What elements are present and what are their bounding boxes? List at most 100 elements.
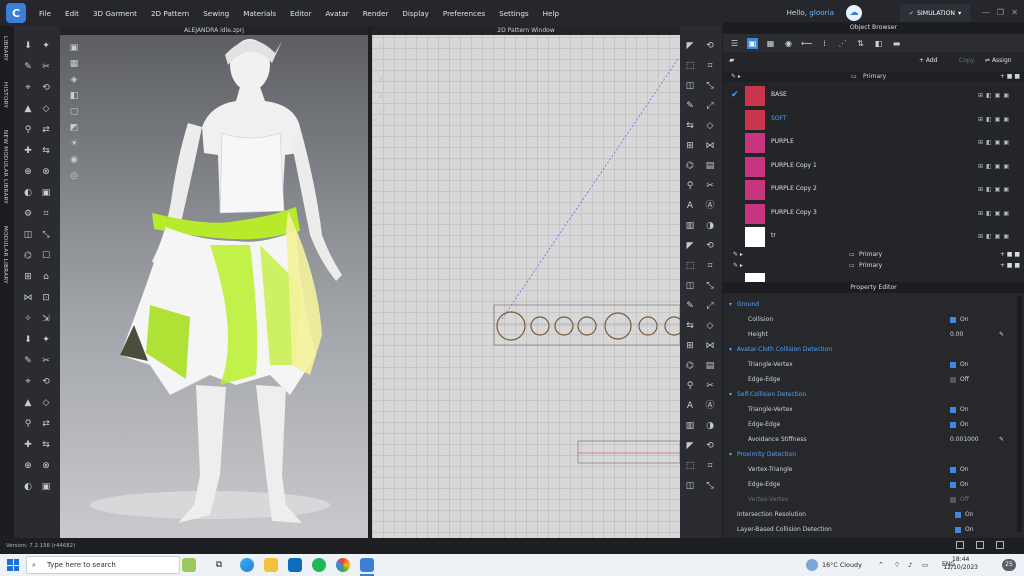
tool-icon[interactable]: A [684,200,696,212]
property-value[interactable]: On [955,522,974,537]
menu-3d-garment[interactable]: 3D Garment [86,9,144,18]
checkbox[interactable] [950,496,956,503]
property-section[interactable]: ▾ Self-Collision Detection [723,387,1013,402]
clo3d-app-icon[interactable] [360,558,374,572]
property-row[interactable]: Triangle-Vertex On [723,357,1013,372]
pattern-ring[interactable] [530,316,550,336]
fabric-row[interactable]: SOFT ⊞◧▣▣ [723,109,1024,132]
app-logo[interactable]: C [6,3,26,23]
tool-icon[interactable]: Ⓐ [704,400,716,412]
2d-pattern-window[interactable]: 2D Pattern Window ✎ ⌖ ◉ ▣ ⊡ [372,26,680,538]
tool-icon[interactable]: ⇆ [40,145,52,157]
primary-actions[interactable]: + ■ ■ [1000,250,1020,260]
tool-icon[interactable]: ⌖ [22,376,34,388]
property-section[interactable]: ▾ Avatar-Cloth Collision Detection [723,342,1013,357]
tool-icon[interactable]: ⋈ [704,140,716,152]
layout-icon[interactable] [956,541,964,549]
tool-icon[interactable]: ⚲ [22,124,34,136]
property-value[interactable]: 0.00 [950,327,963,342]
pattern-canvas[interactable] [372,35,680,538]
tool-icon[interactable]: ◇ [704,320,716,332]
tool-icon[interactable]: ◐ [22,481,34,493]
volume-icon[interactable]: ♪ [908,561,912,569]
tool-icon[interactable]: ⌗ [704,60,716,72]
copy-button[interactable]: Copy [959,57,974,64]
tool-icon[interactable]: ▣ [40,187,52,199]
tool-icon[interactable]: ⬇ [22,334,34,346]
property-section[interactable]: ▾ Ground [723,297,1013,312]
tool-icon[interactable]: ⌬ [684,160,696,172]
tool-icon[interactable]: ⟲ [704,240,716,252]
tool-icon[interactable]: ⊞ [684,340,696,352]
property-row[interactable]: Height 0.00 ✎ [723,327,1013,342]
tray-expand-icon[interactable]: ⌃ [878,561,884,569]
task-view-icon[interactable]: ⧉ [212,558,226,572]
property-row[interactable]: Intersection Resolution On [723,507,1013,522]
fabric-action-icons[interactable]: ⊞◧▣▣ [978,186,1012,193]
property-value[interactable]: On [950,312,969,327]
fabric-row[interactable]: tr ⊞◧▣▣ [723,226,1024,249]
fabric-action-icons[interactable]: ⊞◧▣▣ [978,233,1012,240]
tool-icon[interactable]: ⌬ [22,250,34,262]
tool-icon[interactable]: ⊞ [22,271,34,283]
tool-icon[interactable]: ◇ [40,103,52,115]
tool-icon[interactable]: ▤ [704,360,716,372]
zipper-icon[interactable]: ⁞ [819,38,830,49]
tool-icon[interactable]: ◫ [22,229,34,241]
tab-history[interactable]: HISTORY [2,82,8,108]
tool-icon[interactable]: ✧ [22,313,34,325]
pattern-ring[interactable] [554,316,574,336]
pencil-icon[interactable]: ✎ ▸ [733,250,743,260]
checkbox[interactable] [955,526,961,533]
network-icon[interactable]: ⌔ [894,561,900,569]
tool-icon[interactable]: ▥ [684,420,696,432]
property-row[interactable]: Vertex-Vertex Off [723,492,1013,507]
tool-icon[interactable]: ⌬ [684,360,696,372]
tool-icon[interactable]: ⊗ [40,460,52,472]
layer-icon[interactable]: ◧ [873,38,884,49]
checkbox[interactable] [950,316,956,323]
weather-text[interactable]: 16°C Cloudy [822,561,862,569]
maximize-button[interactable]: ❐ [997,8,1004,17]
avatar-with-garment[interactable] [60,35,368,538]
tool-icon[interactable]: ⤢ [704,100,716,112]
tool-icon[interactable]: ⤡ [704,480,716,492]
tool-icon[interactable]: ⬚ [684,260,696,272]
menu-editor[interactable]: Editor [283,9,318,18]
tool-icon[interactable]: ⊕ [22,460,34,472]
weather-icon[interactable] [806,559,818,571]
pattern-ring[interactable] [496,311,526,341]
tool-icon[interactable]: ⌖ [22,82,34,94]
section-toggle-icon[interactable]: ▾ [729,387,732,402]
property-value[interactable]: On [950,477,969,492]
fabric-row[interactable]: PURPLE Copy 2 ⊞◧▣▣ [723,179,1024,202]
property-value[interactable]: On [950,462,969,477]
tool-icon[interactable]: ⟲ [40,376,52,388]
tool-icon[interactable]: ⇆ [684,320,696,332]
pattern-ring[interactable] [577,316,597,336]
fabric-action-icons[interactable]: ⊞◧▣▣ [978,116,1012,123]
file-explorer-icon[interactable] [264,558,278,572]
close-button[interactable]: ✕ [1011,8,1018,17]
edit-icon[interactable]: ✎ [999,327,1004,342]
tool-icon[interactable]: ⊗ [40,166,52,178]
tool-icon[interactable]: ⟲ [40,82,52,94]
checkbox[interactable] [955,511,961,518]
fabric-row[interactable]: PURPLE Copy 1 ⊞◧▣▣ [723,156,1024,179]
3d-garment-window[interactable]: ALEJANDRA idle.zprj ▣ ▦ ◈ ◧ ▢ ◩ ☀ ◉ ◎ [60,26,368,538]
tool-icon[interactable]: ✎ [684,100,696,112]
tab-modular-library[interactable]: MODULAR LIBRARY [2,226,8,284]
tool-icon[interactable]: ✚ [22,145,34,157]
property-row[interactable]: Vertex-Triangle On [723,462,1013,477]
tool-icon[interactable]: ⚲ [684,380,696,392]
tool-icon[interactable]: ⇆ [684,120,696,132]
tool-icon[interactable]: ◑ [704,420,716,432]
property-value[interactable]: Off [950,492,969,507]
layout-icon[interactable] [976,541,984,549]
tool-icon[interactable]: ⌗ [704,460,716,472]
menu-help[interactable]: Help [536,9,566,18]
pattern-ring[interactable] [664,316,680,336]
property-row[interactable]: Edge-Edge On [723,477,1013,492]
chrome-icon[interactable] [336,558,350,572]
tool-icon[interactable]: ✚ [22,439,34,451]
